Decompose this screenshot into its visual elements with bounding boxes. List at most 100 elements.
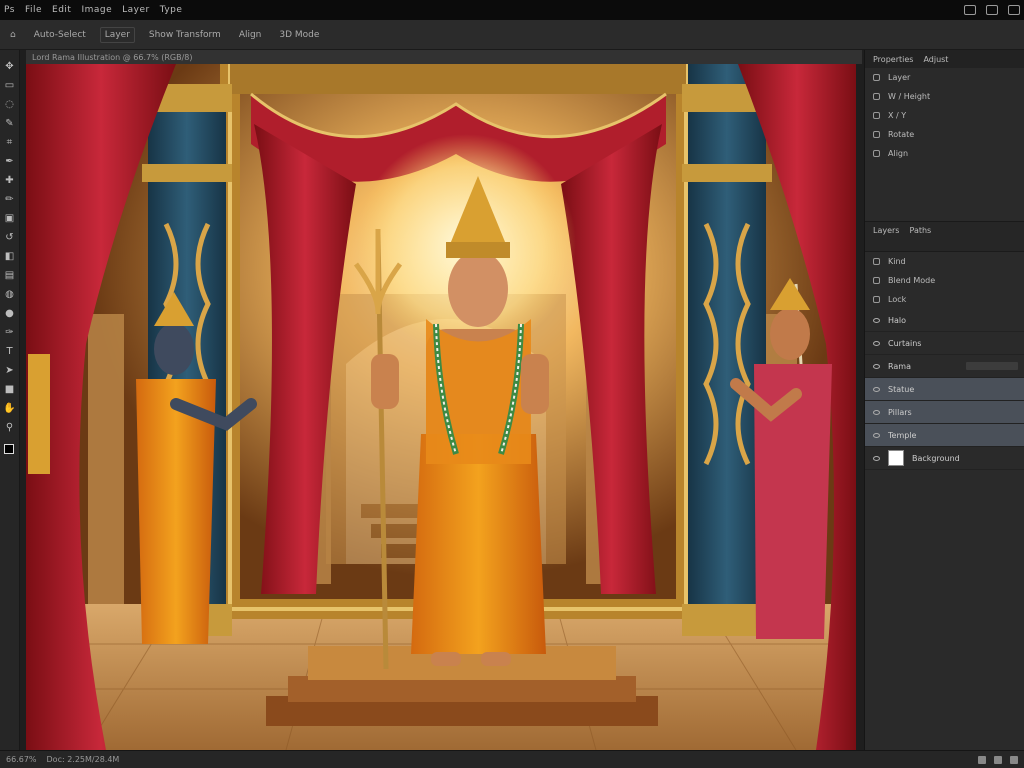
pedestal — [266, 646, 658, 726]
brush-tool-icon[interactable]: ✏ — [3, 191, 17, 207]
layer-thumbnail — [888, 450, 904, 466]
layer-name: Temple — [888, 430, 917, 440]
eyedropper-tool-icon[interactable]: ✒ — [3, 153, 17, 169]
dodge-tool-icon[interactable]: ● — [3, 305, 17, 321]
shape-tool-icon[interactable]: ■ — [3, 381, 17, 397]
menu-image[interactable]: Image — [81, 5, 112, 15]
property-row[interactable]: X / Y — [865, 106, 1024, 125]
spot-heal-tool-icon[interactable]: ✚ — [3, 172, 17, 188]
window-minimize-icon[interactable] — [964, 5, 976, 15]
layer-icon — [873, 74, 880, 81]
align-icon — [873, 150, 880, 157]
window-close-icon[interactable] — [1008, 5, 1020, 15]
visibility-eye-icon[interactable] — [873, 363, 880, 369]
menu-file[interactable]: File — [25, 5, 42, 15]
layer-name: Statue — [888, 384, 915, 394]
layer-name: Rama — [888, 361, 911, 371]
visibility-eye-icon[interactable] — [873, 432, 880, 438]
option-layer-select[interactable]: Layer — [99, 26, 135, 43]
tab-layers[interactable]: Layers — [873, 226, 899, 235]
property-row[interactable]: Layer — [865, 68, 1024, 87]
menu-bar: Ps File Edit Image Layer Type — [0, 0, 1024, 20]
layer-row[interactable]: Statue — [865, 378, 1024, 401]
type-tool-icon[interactable]: T — [3, 343, 17, 359]
visibility-eye-icon[interactable] — [873, 455, 880, 461]
layers-panel-header: Layers Paths — [865, 222, 1024, 252]
layer-name: Pillars — [888, 407, 912, 417]
options-bar: ⌂ Auto-Select Layer Show Transform Align… — [0, 20, 1024, 50]
layer-row[interactable]: Curtains — [865, 332, 1024, 355]
layer-row[interactable]: Pillars — [865, 401, 1024, 424]
crop-tool-icon[interactable]: ⌗ — [3, 134, 17, 150]
zoom-level[interactable]: 66.67% — [6, 755, 37, 764]
color-swatch[interactable] — [3, 444, 18, 458]
option-3d-mode[interactable]: 3D Mode — [275, 28, 323, 42]
position-icon — [873, 112, 880, 119]
property-row[interactable]: W / Height — [865, 87, 1024, 106]
filter-icon — [873, 258, 880, 265]
gradient-tool-icon[interactable]: ▤ — [3, 267, 17, 283]
illustration — [26, 64, 856, 750]
menu-layer[interactable]: Layer — [122, 5, 150, 15]
menu-type[interactable]: Type — [160, 5, 183, 15]
document-tab[interactable]: Lord Rama Illustration @ 66.7% (RGB/8) — [26, 50, 862, 64]
layers-list: Halo Curtains Rama Statue Pillars Temple Backg… — [865, 309, 1024, 470]
window-maximize-icon[interactable] — [986, 5, 998, 15]
layer-opacity-bar[interactable] — [966, 362, 1018, 370]
tab-properties[interactable]: Properties — [873, 55, 913, 64]
foreground-color[interactable] — [3, 444, 14, 454]
eraser-tool-icon[interactable]: ◧ — [3, 248, 17, 264]
layer-row[interactable]: Halo — [865, 309, 1024, 332]
right-panel: Properties Adjust Layer W / Height X / Y… — [864, 50, 1024, 750]
hand-tool-icon[interactable]: ✋ — [3, 400, 17, 416]
tassel-left — [28, 354, 50, 474]
option-align[interactable]: Align — [235, 28, 266, 42]
visibility-eye-icon[interactable] — [873, 340, 880, 346]
layer-name: Background — [912, 453, 960, 463]
path-select-tool-icon[interactable]: ➤ — [3, 362, 17, 378]
quick-select-tool-icon[interactable]: ✎ — [3, 115, 17, 131]
zoom-tool-icon[interactable]: ⚲ — [3, 419, 17, 435]
status-bar: 66.67% Doc: 2.25M/28.4M — [0, 750, 1024, 768]
layer-row[interactable]: Rama — [865, 355, 1024, 378]
move-tool-icon[interactable]: ✥ — [3, 58, 17, 74]
layer-lock-row[interactable]: Lock — [865, 290, 1024, 309]
home-icon[interactable]: ⌂ — [6, 28, 20, 42]
option-show-transform[interactable]: Show Transform — [145, 28, 225, 42]
stamp-tool-icon[interactable]: ▣ — [3, 210, 17, 226]
layer-name: Halo — [888, 315, 907, 325]
property-row[interactable]: Align — [865, 144, 1024, 163]
layer-filter-kind[interactable]: Kind — [865, 252, 1024, 271]
status-icon[interactable] — [994, 755, 1002, 764]
layer-name: Curtains — [888, 338, 922, 348]
document-canvas[interactable] — [26, 64, 856, 750]
tab-paths[interactable]: Paths — [909, 226, 931, 235]
layer-blend-mode[interactable]: Blend Mode — [865, 271, 1024, 290]
marquee-tool-icon[interactable]: ▭ — [3, 77, 17, 93]
app-logo[interactable]: Ps — [4, 5, 15, 15]
option-auto-select[interactable]: Auto-Select — [30, 28, 90, 42]
layer-row[interactable]: Temple — [865, 424, 1024, 447]
lasso-tool-icon[interactable]: ◌ — [3, 96, 17, 112]
status-icon[interactable] — [1010, 755, 1018, 764]
document-info: Doc: 2.25M/28.4M — [46, 755, 120, 764]
history-tool-icon[interactable]: ↺ — [3, 229, 17, 245]
properties-panel: Properties Adjust Layer W / Height X / Y… — [865, 50, 1024, 222]
layer-row[interactable]: Background — [865, 447, 1024, 470]
blend-icon — [873, 277, 880, 284]
document-title: Lord Rama Illustration @ 66.7% (RGB/8) — [32, 52, 193, 62]
property-row[interactable]: Rotate — [865, 125, 1024, 144]
size-icon — [873, 93, 880, 100]
status-icon[interactable] — [978, 755, 986, 764]
visibility-eye-icon[interactable] — [873, 409, 880, 415]
pen-tool-icon[interactable]: ✑ — [3, 324, 17, 340]
rotate-icon — [873, 131, 880, 138]
visibility-eye-icon[interactable] — [873, 317, 880, 323]
lock-icon — [873, 296, 880, 303]
tab-adjust[interactable]: Adjust — [923, 55, 948, 64]
menu-edit[interactable]: Edit — [52, 5, 71, 15]
visibility-eye-icon[interactable] — [873, 386, 880, 392]
properties-panel-tabs: Properties Adjust — [865, 50, 1024, 68]
tools-panel: ✥ ▭ ◌ ✎ ⌗ ✒ ✚ ✏ ▣ ↺ ◧ ▤ ◍ ● ✑ T ➤ ■ ✋ ⚲ — [0, 50, 20, 750]
blur-tool-icon[interactable]: ◍ — [3, 286, 17, 302]
